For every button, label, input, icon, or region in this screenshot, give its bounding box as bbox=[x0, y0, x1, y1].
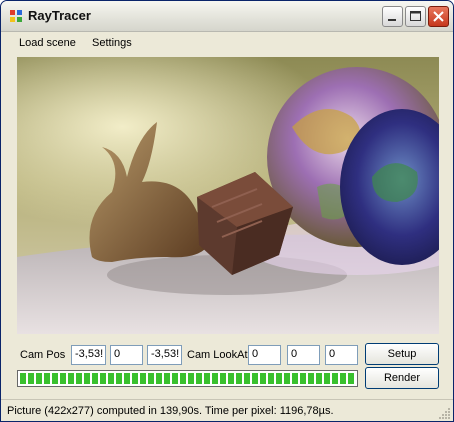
status-bar: Picture (422x277) computed in 139,90s. T… bbox=[1, 399, 453, 421]
cam-lookat-y-field[interactable]: 0 bbox=[287, 345, 320, 365]
title-bar[interactable]: RayTracer bbox=[1, 1, 453, 32]
resize-grip-icon[interactable] bbox=[439, 407, 451, 419]
cam-pos-x-field[interactable]: -3,53! bbox=[71, 345, 106, 365]
menu-settings[interactable]: Settings bbox=[92, 37, 132, 49]
app-icon bbox=[10, 10, 22, 22]
progress-fill bbox=[20, 373, 355, 384]
cam-pos-label: Cam Pos bbox=[20, 349, 66, 361]
menu-load-scene[interactable]: Load scene bbox=[19, 37, 76, 49]
close-button[interactable] bbox=[428, 6, 449, 27]
render-button[interactable]: Render bbox=[365, 367, 439, 389]
menu-bar: Load scene Settings bbox=[1, 32, 453, 54]
setup-button[interactable]: Setup bbox=[365, 343, 439, 365]
status-text: Picture (422x277) computed in 139,90s. T… bbox=[7, 405, 334, 417]
cam-lookat-z-field[interactable]: 0 bbox=[325, 345, 358, 365]
window-title: RayTracer bbox=[28, 8, 91, 23]
maximize-button[interactable] bbox=[405, 6, 426, 27]
camera-controls: Cam Pos -3,53! 0 -3,53! Cam LookAt 0 0 0… bbox=[1, 339, 453, 395]
cam-pos-y-field[interactable]: 0 bbox=[110, 345, 143, 365]
raytracer-window: RayTracer Load scene Settings Cam Pos -3… bbox=[0, 0, 454, 422]
render-progress-bar bbox=[17, 370, 358, 387]
rendered-scene bbox=[17, 57, 439, 334]
minimize-button[interactable] bbox=[382, 6, 403, 27]
minimize-icon bbox=[388, 19, 396, 21]
cam-lookat-x-field[interactable]: 0 bbox=[248, 345, 281, 365]
maximize-icon bbox=[410, 11, 421, 21]
cam-lookat-label: Cam LookAt bbox=[187, 349, 248, 361]
render-output-image bbox=[17, 57, 439, 334]
cam-pos-z-field[interactable]: -3,53! bbox=[147, 345, 182, 365]
close-icon bbox=[433, 11, 444, 22]
